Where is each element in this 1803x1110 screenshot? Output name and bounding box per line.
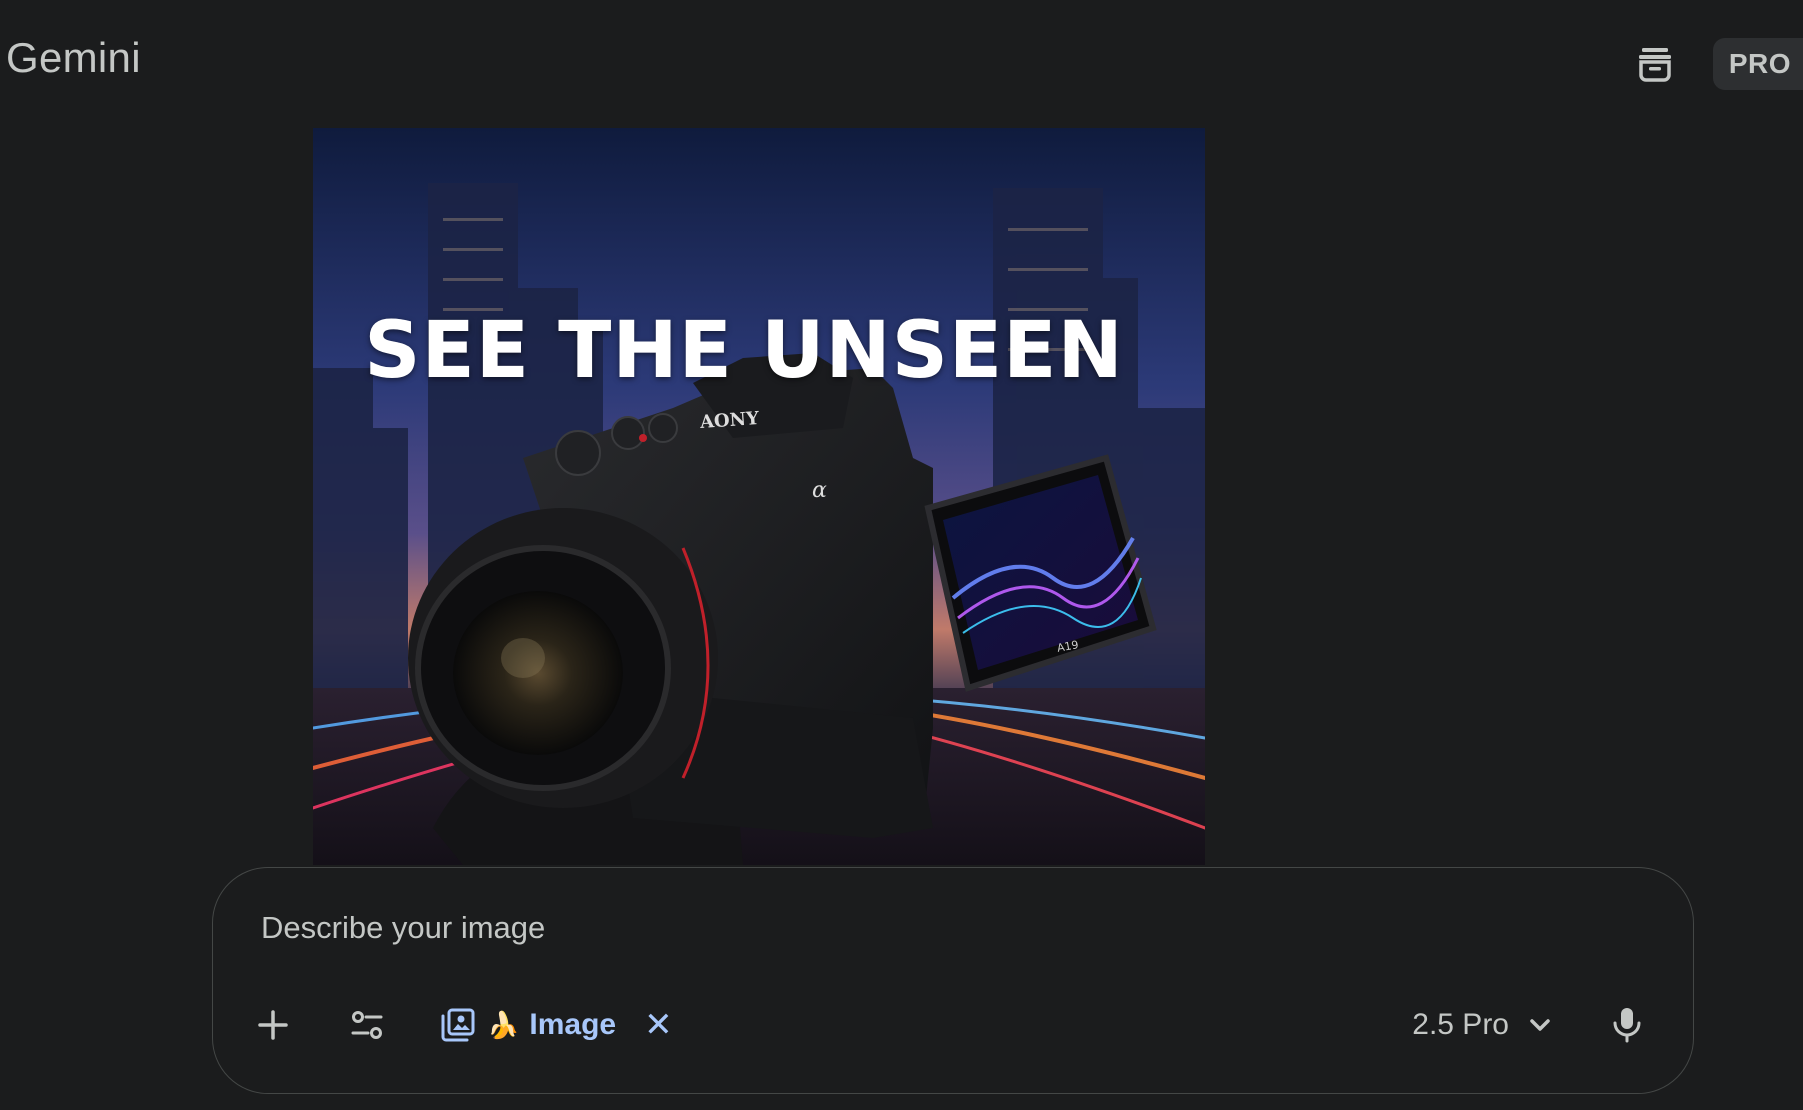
microphone-button[interactable]: [1601, 999, 1653, 1051]
close-icon[interactable]: ✕: [644, 1008, 673, 1042]
banana-emoji: 🍌: [487, 1010, 520, 1040]
add-button[interactable]: [247, 999, 299, 1051]
generated-image[interactable]: SEE THE UNSEEN: [313, 128, 1205, 865]
pro-badge[interactable]: PRO: [1712, 38, 1803, 90]
app-title[interactable]: Gemini: [6, 34, 141, 82]
camera-brand-text: AONY: [699, 407, 760, 434]
model-picker[interactable]: 2.5 Pro: [1412, 999, 1553, 1051]
temporary-chat-icon: [1638, 48, 1671, 82]
image-gallery-icon: [441, 1008, 475, 1042]
plus-icon: [258, 1010, 288, 1040]
tune-icon: [351, 1011, 383, 1039]
camera-alpha-mark: α: [812, 478, 827, 503]
model-label: 2.5 Pro: [1412, 1008, 1509, 1041]
prompt-box: 🍌 Image ✕ 2.5 Pro: [212, 867, 1694, 1094]
prompt-input[interactable]: [261, 910, 1641, 946]
image-mode-chip[interactable]: 🍌 Image ✕: [439, 999, 673, 1051]
image-chip-label: Image: [529, 1008, 617, 1041]
image-headline: SEE THE UNSEEN: [364, 306, 1124, 396]
camera-city-image: [313, 128, 1205, 865]
header-actions: PRO: [1627, 36, 1803, 92]
temporary-chat-button[interactable]: [1627, 36, 1683, 92]
tools-button[interactable]: [341, 999, 393, 1051]
microphone-icon: [1613, 1008, 1641, 1043]
chevron-down-icon: [1530, 1019, 1550, 1031]
